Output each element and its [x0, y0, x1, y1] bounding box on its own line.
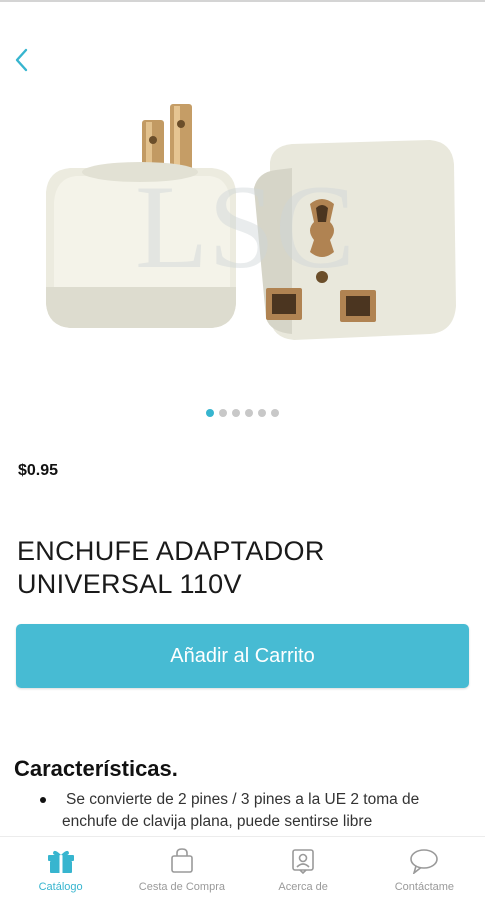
tab-contactame[interactable]: Contáctame — [364, 837, 485, 900]
feature-item: Se convierte de 2 pines / 3 pines a la U… — [40, 789, 470, 833]
carousel-dot[interactable] — [219, 409, 227, 417]
carousel-dot[interactable] — [271, 409, 279, 417]
shopping-bag-icon — [170, 847, 194, 875]
carousel-indicator — [0, 409, 485, 417]
tab-catalogo[interactable]: Catálogo — [0, 837, 121, 900]
top-divider — [0, 0, 485, 2]
product-price: $0.95 — [18, 462, 59, 479]
tab-contactame-label: Contáctame — [394, 881, 455, 893]
carousel-dot[interactable] — [206, 409, 214, 417]
back-button[interactable] — [6, 44, 36, 76]
tab-cesta-label: Cesta de Compra — [138, 881, 225, 893]
features-list: Se convierte de 2 pines / 3 pines a la U… — [40, 789, 470, 833]
tab-cesta-de-compra[interactable]: Cesta de Compra — [121, 837, 242, 900]
product-title: ENCHUFE ADAPTADOR UNIVERSAL 110V — [17, 536, 325, 599]
gift-icon — [46, 847, 76, 875]
tab-acerca-de[interactable]: Acerca de — [243, 837, 364, 900]
bottom-tab-bar: Catálogo Cesta de Compra Acerca de Contá… — [0, 836, 485, 900]
feature-item-text: Se convierte de 2 pines / 3 pines a la U… — [62, 791, 420, 830]
carousel-dot[interactable] — [258, 409, 266, 417]
features-heading: Características. — [14, 756, 178, 781]
tab-acerca-label: Acerca de — [278, 881, 328, 893]
product-image[interactable]: LSC — [0, 82, 485, 382]
bullet-icon — [40, 797, 46, 803]
carousel-dot[interactable] — [232, 409, 240, 417]
watermark-text: LSC — [135, 160, 355, 293]
tab-catalogo-label: Catálogo — [38, 881, 83, 893]
add-to-cart-button[interactable]: Añadir al Carrito — [16, 624, 469, 688]
id-card-icon — [291, 847, 315, 875]
chevron-left-icon — [15, 48, 28, 72]
chat-bubble-icon — [409, 847, 439, 875]
carousel-dot[interactable] — [245, 409, 253, 417]
